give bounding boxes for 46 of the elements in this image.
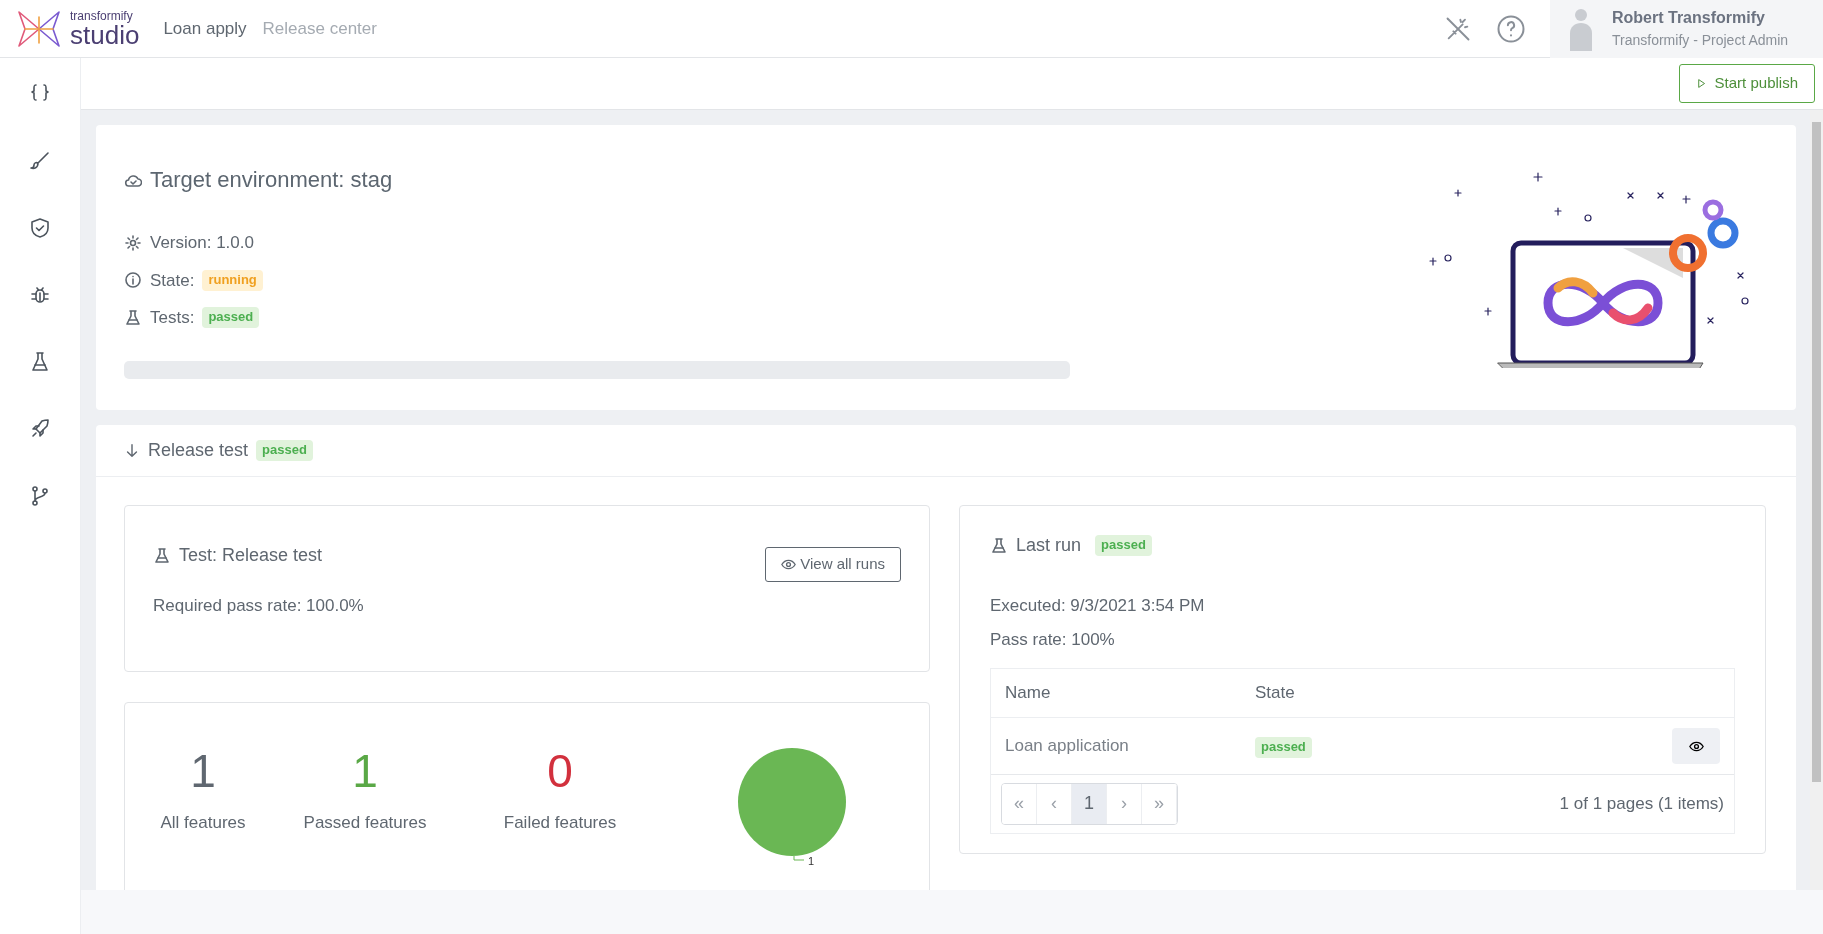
status-badge: running [202, 269, 263, 291]
card-title: Test: Release test [179, 544, 323, 567]
shield-check-icon[interactable] [28, 216, 52, 240]
flask-icon [153, 546, 171, 565]
status-badge: passed [1095, 535, 1152, 556]
stat-label: All features [160, 812, 246, 835]
data-label: 1 [808, 855, 815, 867]
gear-icon [124, 233, 142, 252]
nav-link[interactable]: Release center [262, 15, 377, 42]
tests-label: Tests: [150, 307, 195, 329]
user-name: Robert Transformify [1612, 8, 1766, 28]
card-title: Target environment: stag [150, 166, 393, 194]
state-label: State: [150, 269, 195, 292]
stat-number: 1 [190, 748, 216, 795]
version-text: Version: 1.0.0 [150, 232, 254, 254]
play-icon [1695, 78, 1707, 89]
section-title: Release test [148, 439, 249, 462]
stat-label: Passed features [303, 812, 427, 835]
status-badge: passed [1255, 736, 1312, 758]
flask-icon [990, 536, 1008, 555]
flask-icon [124, 308, 142, 327]
status-badge: passed [256, 440, 313, 461]
table-cell: Loan application [1005, 735, 1129, 755]
view-all-runs-button[interactable]: View all runs [765, 547, 901, 582]
status-badge: passed [202, 307, 260, 329]
butterfly-logo-icon [16, 8, 62, 49]
start-publish-button[interactable]: Start publish [1678, 64, 1815, 103]
pass-rate-text: Pass rate: 100% [990, 628, 1116, 651]
leader-line [793, 855, 805, 861]
pass-rate-text: Required pass rate: 100.0% [153, 595, 364, 617]
pagination-summary: 1 of 1 pages (1 items) [1559, 792, 1724, 815]
column-header: State [1241, 669, 1501, 717]
executed-text: Executed: 9/3/2021 3:54 PM [990, 595, 1206, 617]
stat-number: 0 [547, 748, 573, 795]
stat-label: Failed features [503, 812, 617, 835]
view-button[interactable] [1672, 727, 1720, 764]
stat-number: 1 [352, 748, 378, 795]
logo-wordmark: transformify [70, 9, 134, 22]
nav-link[interactable]: Loan apply [163, 15, 247, 42]
user-role: Transformify - Project Admin [1612, 31, 1789, 50]
column-header: Name [991, 669, 1241, 717]
arrow-down-icon [124, 442, 140, 459]
page-button[interactable]: 1 [1072, 783, 1107, 824]
help-icon[interactable] [1496, 13, 1526, 44]
card-title: Last run [1016, 534, 1082, 557]
info-icon [124, 271, 142, 290]
